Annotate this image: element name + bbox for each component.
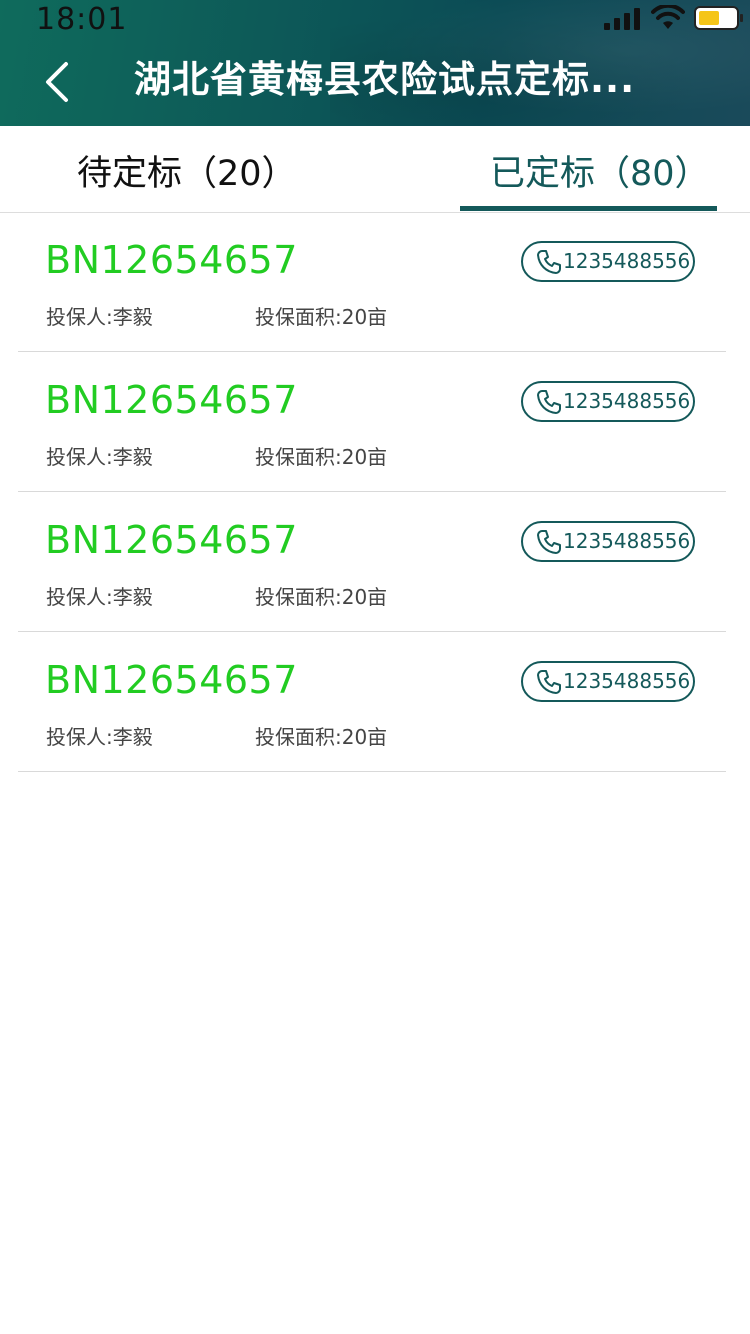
battery-icon [694, 6, 743, 30]
chevron-left-icon [46, 62, 68, 102]
list-item[interactable]: BN12654657 1235488556 投保人:李毅 投保面积:20亩 [18, 212, 726, 352]
phone-number: 1235488556 [563, 249, 691, 273]
policy-number: BN12654657 [45, 238, 298, 282]
phone-number: 1235488556 [563, 389, 691, 413]
policy-number: BN12654657 [45, 378, 298, 422]
call-button[interactable]: 1235488556 [521, 521, 695, 562]
phone-number: 1235488556 [563, 529, 691, 553]
insured-area: 投保面积:20亩 [255, 305, 388, 329]
insured-area: 投保面积:20亩 [255, 585, 388, 609]
phone-icon [537, 390, 561, 414]
record-list: BN12654657 1235488556 投保人:李毅 投保面积:20亩 BN… [18, 212, 726, 772]
call-button[interactable]: 1235488556 [521, 241, 695, 282]
tab-pending[interactable]: 待定标（20） [77, 126, 297, 212]
active-tab-indicator [460, 206, 717, 211]
wifi-icon [651, 5, 685, 29]
insured-person: 投保人:李毅 [46, 725, 153, 749]
tab-bar: 待定标（20） 已定标（80） [0, 126, 750, 213]
signal-icon [604, 8, 640, 30]
phone-icon [537, 670, 561, 694]
list-item[interactable]: BN12654657 1235488556 投保人:李毅 投保面积:20亩 [18, 352, 726, 492]
list-item[interactable]: BN12654657 1235488556 投保人:李毅 投保面积:20亩 [18, 632, 726, 772]
phone-icon [537, 250, 561, 274]
status-bar: 18:01 [0, 0, 750, 40]
page-title: 湖北省黄梅县农险试点定标... [134, 58, 636, 101]
policy-number: BN12654657 [45, 658, 298, 702]
insured-person: 投保人:李毅 [46, 585, 153, 609]
insured-person: 投保人:李毅 [46, 305, 153, 329]
phone-number: 1235488556 [563, 669, 691, 693]
list-item[interactable]: BN12654657 1235488556 投保人:李毅 投保面积:20亩 [18, 492, 726, 632]
phone-icon [537, 530, 561, 554]
insured-area: 投保面积:20亩 [255, 445, 388, 469]
back-button[interactable] [38, 56, 82, 108]
tab-completed[interactable]: 已定标（80） [490, 126, 710, 212]
insured-person: 投保人:李毅 [46, 445, 153, 469]
app-header: 18:01 湖北省黄梅县农险试点定标... [0, 0, 750, 126]
status-time: 18:01 [36, 2, 128, 37]
policy-number: BN12654657 [45, 518, 298, 562]
call-button[interactable]: 1235488556 [521, 381, 695, 422]
insured-area: 投保面积:20亩 [255, 725, 388, 749]
call-button[interactable]: 1235488556 [521, 661, 695, 702]
